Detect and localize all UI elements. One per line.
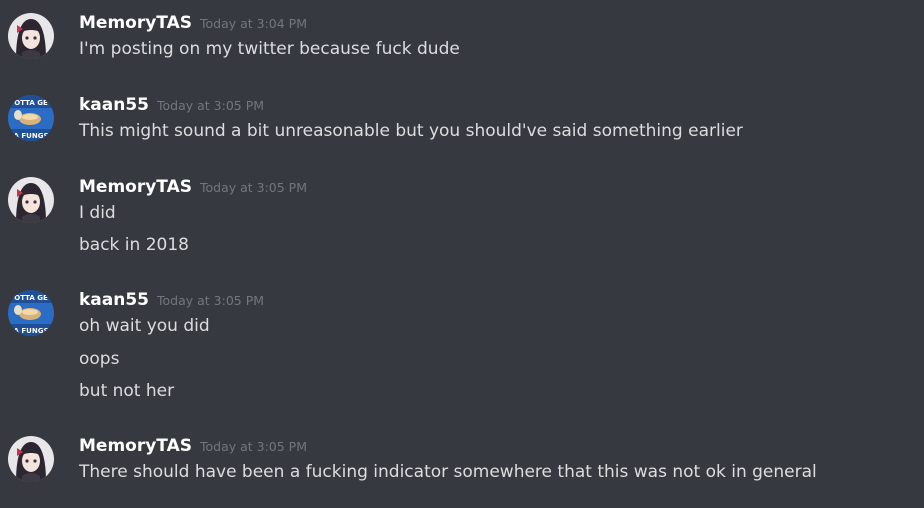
message-text: oh wait you did [79,316,210,336]
timestamp: Today at 3:05 PM [157,98,265,113]
anime-girl-avatar-icon[interactable] [8,177,54,223]
message-header: MemoryTAS Today at 3:05 PM [79,177,307,201]
anime-girl-avatar-icon[interactable] [8,436,54,482]
message-text: back in 2018 [79,235,189,255]
timestamp: Today at 3:05 PM [157,293,265,308]
message-text: but not her [79,381,175,401]
username[interactable]: MemoryTAS [79,177,192,197]
message-header: MemoryTAS Today at 3:04 PM [79,13,307,37]
timestamp: Today at 3:05 PM [199,439,308,454]
avatar-caption-top: OTTA GE [14,99,48,107]
avatar-caption-bottom: A FUNGS [14,327,49,335]
message-header: kaan55 Today at 3:05 PM [79,290,264,314]
timestamp: Today at 3:05 PM [199,180,308,195]
username[interactable]: kaan55 [79,290,149,310]
message-text: There should have been a fucking indicat… [79,462,817,482]
message-text: This might sound a bit unreasonable but … [79,121,743,141]
username[interactable]: MemoryTAS [79,13,192,33]
message-header: MemoryTAS Today at 3:05 PM [79,436,307,460]
chat-message-list: MemoryTAS Today at 3:04 PM I'm posting on… [0,0,924,508]
anime-girl-avatar-icon[interactable] [8,13,54,59]
meme-avatar-icon[interactable]: OTTA GE A FUNGS [8,95,54,141]
username[interactable]: kaan55 [79,95,149,115]
avatar-caption-top: OTTA GE [14,294,48,302]
message-header: kaan55 Today at 3:05 PM [79,95,264,119]
meme-avatar-icon[interactable]: OTTA GE A FUNGS [8,290,54,336]
avatar-caption-bottom: A FUNGS [14,132,49,140]
username[interactable]: MemoryTAS [79,436,192,456]
message-text: I did [79,203,116,223]
message-text: oops [79,349,120,369]
timestamp: Today at 3:04 PM [199,16,308,31]
message-text: I'm posting on my twitter because fuck d… [79,39,460,59]
